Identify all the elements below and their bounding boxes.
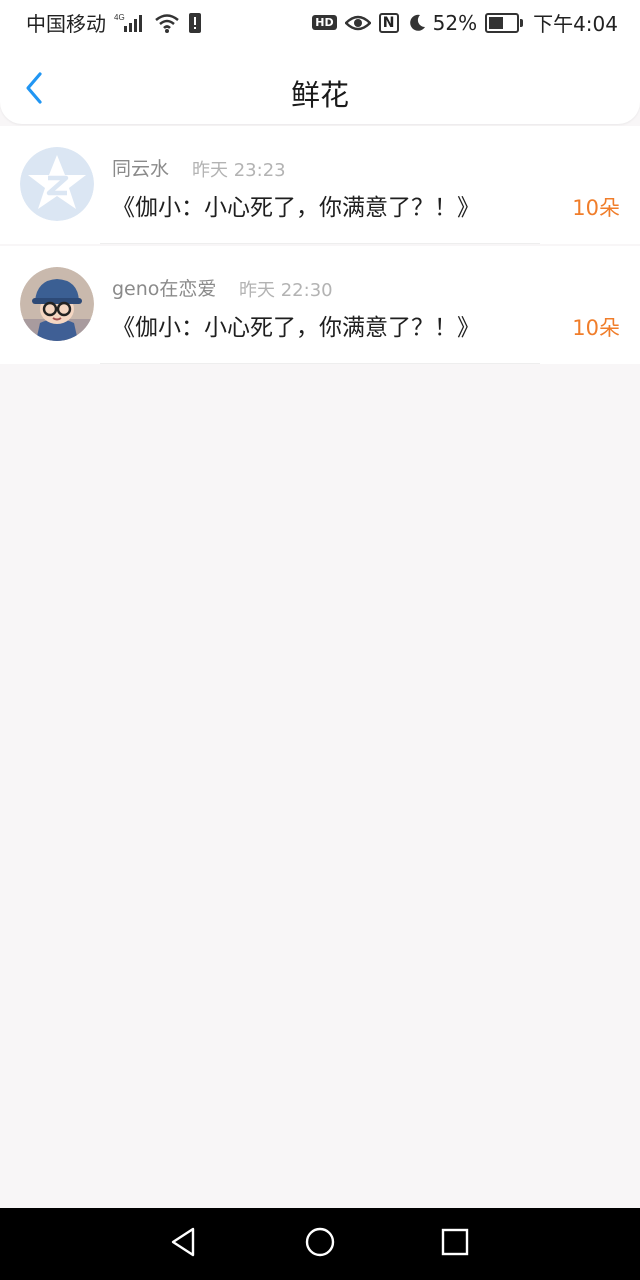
avatar[interactable] (20, 147, 94, 221)
flower-list: 同云水 昨天 23:23 《伽小：小心死了，你满意了？！》 10朵 geno在恋… (0, 126, 640, 364)
carrier-name: 中国移动 (26, 12, 106, 36)
back-triangle-icon (168, 1226, 198, 1262)
status-right: HD N 52% 下午4:04 (304, 8, 618, 37)
list-item[interactable]: 同云水 昨天 23:23 《伽小：小心死了，你满意了？！》 10朵 (0, 126, 640, 244)
flower-count: 10朵 (572, 316, 620, 340)
recents-square-icon (440, 1227, 470, 1261)
system-home-button[interactable] (302, 1226, 338, 1262)
signal-icon: 4G (114, 12, 146, 34)
wifi-icon (154, 12, 180, 34)
divider (100, 363, 540, 364)
home-circle-icon (304, 1226, 336, 1262)
user-name[interactable]: 同云水 (112, 154, 169, 181)
post-time: 昨天 22:30 (239, 280, 333, 301)
page-title: 鲜花 (290, 78, 349, 112)
top-panel: 中国移动 4G HD N 52% 下午4:04 鲜花 (0, 0, 640, 124)
alert-icon (188, 12, 202, 34)
hd-icon: HD (312, 15, 337, 30)
status-left: 中国移动 4G (26, 8, 202, 37)
nav-bar: 鲜花 (0, 56, 640, 124)
message-text: 《伽小：小心死了，你满意了？！》 (112, 195, 480, 221)
eye-icon (344, 13, 371, 33)
divider (100, 243, 540, 244)
list-item[interactable]: geno在恋爱 昨天 22:30 《伽小：小心死了，你满意了？！》 10朵 (0, 246, 640, 364)
message-text: 《伽小：小心死了，你满意了？！》 (112, 315, 480, 341)
network-type: 4G (114, 13, 125, 22)
flower-count: 10朵 (572, 196, 620, 220)
avatar[interactable] (20, 267, 94, 341)
clock: 下午4:04 (533, 12, 618, 36)
moon-icon (407, 13, 427, 33)
star-avatar-icon (20, 147, 94, 221)
user-name[interactable]: geno在恋爱 (112, 274, 216, 301)
battery-percent: 52% (432, 10, 478, 35)
system-recents-button[interactable] (437, 1226, 473, 1262)
status-bar: 中国移动 4G HD N 52% 下午4:04 (0, 0, 640, 44)
character-avatar-icon (20, 267, 94, 341)
post-time: 昨天 23:23 (192, 160, 286, 181)
battery-icon (485, 12, 524, 33)
nfc-icon: N (378, 12, 399, 33)
system-nav-bar (0, 1208, 640, 1280)
system-back-button[interactable] (165, 1226, 201, 1262)
